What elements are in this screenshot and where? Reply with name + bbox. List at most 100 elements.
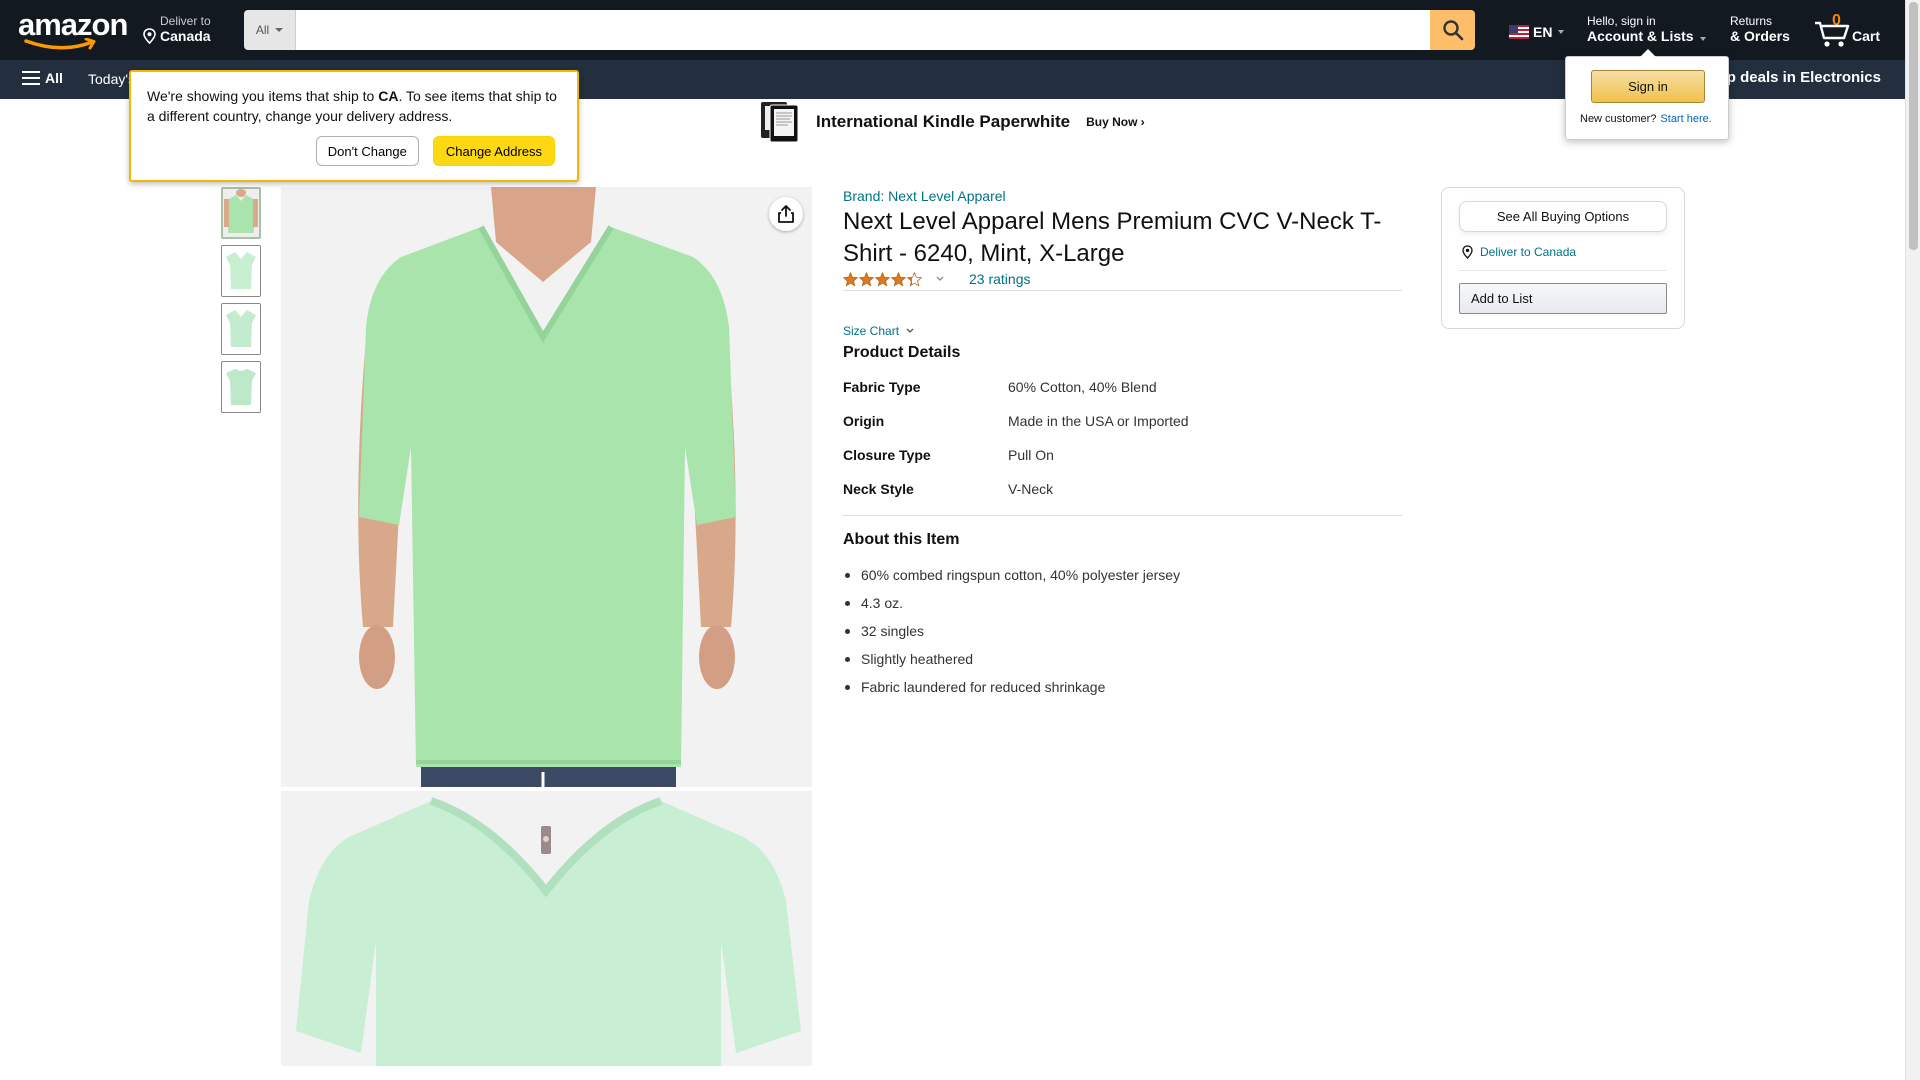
detail-value: V-Neck — [1008, 481, 1054, 497]
hamburger-icon — [22, 71, 40, 85]
search-button[interactable] — [1430, 10, 1475, 50]
search-input[interactable] — [296, 10, 1430, 50]
detail-value: 60% Cotton, 40% Blend — [1008, 379, 1157, 395]
caret-down-icon — [275, 28, 284, 32]
model-wearing-shirt-image — [281, 187, 812, 787]
thumbnail-4[interactable] — [221, 361, 261, 413]
list-item: 4.3 oz. — [843, 594, 1180, 622]
search-category-label: All — [255, 23, 270, 37]
detail-key: Closure Type — [843, 447, 931, 463]
banner-title: International Kindle Paperwhite — [816, 112, 1071, 131]
search-category-dropdown[interactable]: All — [244, 10, 296, 50]
sign-in-button[interactable]: Sign in — [1591, 70, 1705, 103]
sign-in-flyout: Sign in New customer? Start here. — [1565, 49, 1729, 140]
chevron-down-icon[interactable] — [935, 275, 945, 283]
account-lists[interactable]: Hello, sign in Account & Lists — [1587, 14, 1706, 44]
star-rating[interactable] — [843, 271, 923, 287]
chevron-down-icon — [906, 328, 914, 333]
orders-label: & Orders — [1730, 28, 1790, 44]
search-bar: All — [244, 10, 1475, 50]
deliver-line1: Deliver to — [160, 14, 211, 28]
all-menu-button[interactable]: All — [22, 70, 63, 86]
product-details-heading: Product Details — [843, 344, 961, 361]
see-all-buying-options-button[interactable]: See All Buying Options — [1459, 201, 1667, 232]
deliver-to[interactable]: Deliver to Canada — [142, 14, 211, 44]
ratings-count-link[interactable]: 23 ratings — [969, 271, 1030, 287]
shirt-thumbnail-icon — [226, 310, 256, 347]
detail-key: Origin — [843, 413, 885, 429]
secondary-product-image[interactable] — [281, 791, 812, 1066]
detail-row: Closure Type Pull On — [843, 447, 1054, 463]
top-nav: amazon Deliver to Canada All EN Hello, s… — [0, 0, 1905, 60]
about-item-heading: About this Item — [843, 531, 960, 548]
shirt-thumbnail-icon — [226, 252, 256, 289]
detail-key: Fabric Type — [843, 379, 921, 395]
share-button[interactable] — [769, 197, 803, 231]
electronics-deals-link[interactable]: op deals in Electronics — [1718, 69, 1881, 86]
thumbnail-2[interactable] — [221, 245, 261, 297]
divider — [843, 515, 1402, 516]
list-item: Slightly heathered — [843, 650, 1180, 678]
smile-icon — [24, 38, 96, 50]
add-to-list-button[interactable]: Add to List — [1459, 283, 1667, 314]
divider — [1459, 270, 1667, 271]
search-icon — [1442, 20, 1463, 41]
deliver-country: Canada — [160, 28, 211, 44]
change-address-button[interactable]: Change Address — [432, 136, 555, 166]
product-title: Next Level Apparel Mens Premium CVC V-Ne… — [843, 208, 1382, 267]
kindle-device-icon — [761, 102, 799, 143]
language-selector[interactable]: EN — [1509, 24, 1565, 40]
returns-orders[interactable]: Returns & Orders — [1730, 14, 1790, 44]
new-customer-text: New customer? Start here. — [1580, 113, 1712, 125]
ship-to-popover: We're showing you items that ship to CA.… — [129, 70, 579, 182]
todays-deals-link[interactable]: Today's — [88, 71, 135, 87]
main-product-image[interactable] — [281, 187, 812, 787]
about-item-list: 60% combed ringspun cotton, 40% polyeste… — [843, 566, 1180, 706]
new-customer-label: New customer? — [1580, 113, 1657, 125]
detail-row: Neck Style V-Neck — [843, 481, 1053, 497]
detail-row: Fabric Type 60% Cotton, 40% Blend — [843, 379, 1157, 395]
list-item: 32 singles — [843, 622, 1180, 650]
account-label: Account & Lists — [1587, 28, 1694, 44]
cart[interactable]: 0 Cart — [1814, 12, 1884, 48]
size-chart-label: Size Chart — [843, 324, 900, 338]
buy-box: See All Buying Options Deliver to Canada… — [1441, 187, 1685, 329]
amazon-logo[interactable]: amazon — [18, 9, 128, 50]
all-menu-label: All — [45, 70, 63, 86]
rating-row: 23 ratings — [843, 271, 1030, 287]
location-pin-icon — [143, 28, 156, 44]
us-flag-icon — [1509, 25, 1529, 39]
account-greeting: Hello, sign in — [1587, 14, 1656, 28]
deliver-to-label: Deliver to Canada — [1480, 245, 1577, 259]
detail-value: Made in the USA or Imported — [1008, 413, 1189, 429]
brand-link[interactable]: Brand: Next Level Apparel — [843, 188, 1006, 204]
start-here-link[interactable]: Start here. — [1660, 113, 1711, 125]
detail-key: Neck Style — [843, 481, 914, 497]
ship-to-message: We're showing you items that ship to CA.… — [147, 86, 561, 126]
vertical-scrollbar[interactable] — [1905, 0, 1920, 1080]
share-icon — [778, 205, 794, 223]
caret-down-icon — [1699, 37, 1706, 41]
cart-icon — [1815, 21, 1850, 47]
deliver-to-link[interactable]: Deliver to Canada — [1461, 245, 1576, 259]
detail-row: Origin Made in the USA or Imported — [843, 413, 1189, 429]
returns-label: Returns — [1730, 14, 1773, 28]
shirt-back-thumbnail-icon — [226, 369, 256, 405]
kindle-banner[interactable]: International Kindle Paperwhite Buy Now … — [760, 101, 1145, 143]
caret-down-icon — [1558, 30, 1565, 34]
thumbnail-3[interactable] — [221, 303, 261, 355]
cart-label: Cart — [1852, 28, 1881, 44]
location-pin-icon — [1462, 245, 1473, 259]
stars-icon — [843, 271, 922, 286]
scrollbar-thumb[interactable] — [1909, 2, 1918, 250]
banner-buy-now-link[interactable]: Buy Now › — [1086, 115, 1145, 129]
model-shirt-thumbnail-icon — [223, 189, 259, 237]
dont-change-button[interactable]: Don't Change — [315, 136, 419, 166]
divider — [843, 290, 1402, 291]
list-item: Fabric laundered for reduced shrinkage — [843, 678, 1180, 706]
ship-message-part: We're showing you items that ship to — [147, 88, 379, 104]
size-chart-link[interactable]: Size Chart — [843, 324, 915, 338]
detail-value: Pull On — [1008, 447, 1054, 463]
thumbnail-1[interactable] — [221, 187, 261, 239]
ship-country-code: CA — [378, 88, 399, 104]
